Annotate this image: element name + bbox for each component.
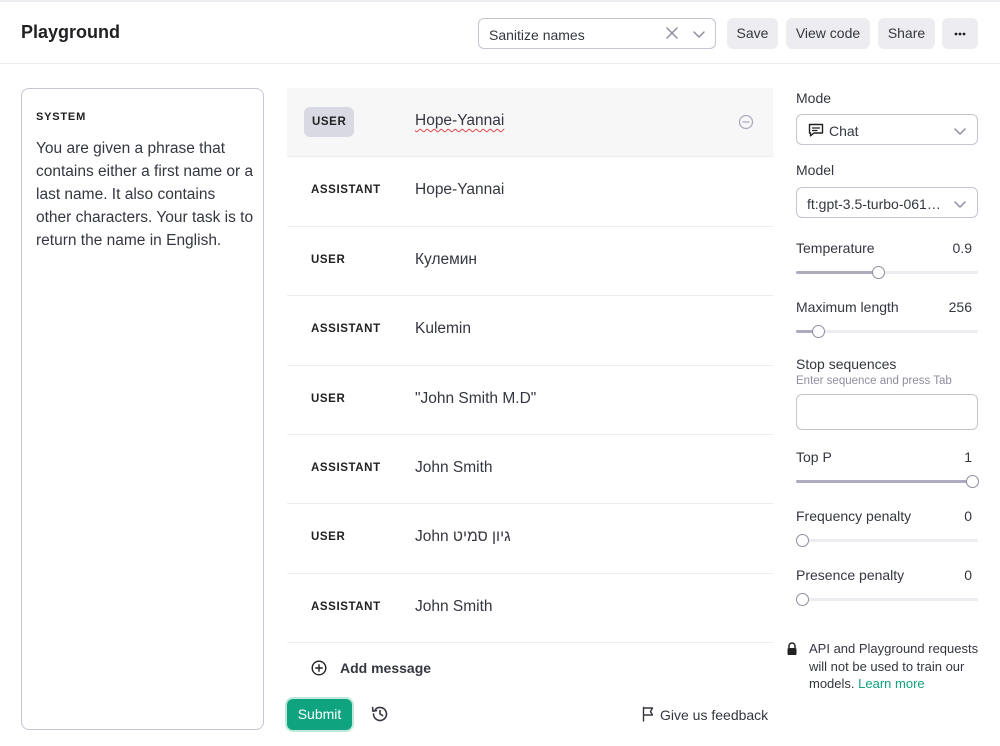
message-row[interactable]: USER John גיון סמיט (287, 504, 773, 574)
clear-icon[interactable] (665, 26, 679, 40)
chat-icon (808, 123, 824, 137)
role-toggle[interactable]: USER (311, 254, 345, 266)
temperature-value[interactable]: 0.9 (932, 240, 972, 256)
slider-thumb[interactable] (796, 534, 809, 547)
feedback-label: Give us feedback (660, 707, 769, 723)
system-label: SYSTEM (36, 111, 87, 123)
more-icon (954, 32, 966, 36)
slider-thumb[interactable] (872, 266, 885, 279)
remove-message-icon[interactable] (738, 114, 754, 130)
presence-penalty-value[interactable]: 0 (932, 567, 972, 583)
save-button[interactable]: Save (727, 18, 778, 49)
presence-penalty-label: Presence penalty (796, 567, 905, 583)
role-toggle[interactable]: ASSISTANT (311, 462, 381, 474)
frequency-penalty-value[interactable]: 0 (932, 508, 972, 524)
role-toggle[interactable]: ASSISTANT (311, 601, 381, 613)
max-length-label: Maximum length (796, 299, 899, 315)
model-value: ft:gpt-3.5-turbo-0613:... (807, 196, 947, 212)
message-content[interactable]: Hope-Yannai (415, 181, 504, 199)
role-toggle[interactable]: USER (311, 531, 345, 543)
slider-thumb[interactable] (812, 325, 825, 338)
stop-sequences-label: Stop sequences (796, 356, 897, 372)
max-length-value[interactable]: 256 (932, 299, 972, 315)
chevron-down-icon[interactable] (692, 27, 706, 41)
plus-circle-icon (311, 660, 327, 676)
learn-more-link[interactable]: Learn more (858, 676, 924, 691)
stop-sequences-input[interactable] (796, 394, 978, 430)
message-content[interactable]: Kulemin (415, 320, 471, 338)
role-toggle[interactable]: ASSISTANT (311, 184, 381, 196)
message-row[interactable]: ASSISTANT John Smith (287, 435, 773, 505)
submit-button[interactable]: Submit (287, 699, 352, 730)
message-row[interactable]: ASSISTANT Hope-Yannai (287, 157, 773, 227)
system-prompt[interactable]: You are given a phrase that contains eit… (36, 137, 254, 252)
message-row[interactable]: USER Hope-Yannai (287, 88, 773, 158)
frequency-penalty-slider[interactable] (796, 533, 978, 547)
model-select[interactable]: ft:gpt-3.5-turbo-0613:... (796, 187, 978, 218)
message-row[interactable]: ASSISTANT Kulemin (287, 296, 773, 366)
more-options-button[interactable] (942, 18, 978, 49)
slider-track (796, 539, 978, 542)
slider-thumb[interactable] (796, 593, 809, 606)
message-row[interactable]: USER Кулемин (287, 227, 773, 297)
message-row[interactable]: USER "John Smith M.D" (287, 366, 773, 435)
chevron-down-icon (954, 128, 966, 135)
role-toggle[interactable]: USER (311, 393, 345, 405)
stop-sequences-hint: Enter sequence and press Tab (796, 375, 952, 387)
message-content[interactable]: Кулемин (415, 251, 477, 269)
share-button[interactable]: Share (878, 18, 935, 49)
temperature-slider[interactable] (796, 265, 978, 279)
message-row[interactable]: ASSISTANT John Smith (287, 574, 773, 644)
lock-icon (787, 642, 797, 655)
max-length-slider[interactable] (796, 324, 978, 338)
mode-select[interactable]: Chat (796, 114, 978, 145)
message-list: USER Hope-Yannai ASSISTANT Hope-Yannai U… (287, 88, 773, 644)
flag-icon (642, 706, 654, 722)
top-p-label: Top P (796, 449, 832, 465)
message-content[interactable]: John גיון סמיט (415, 528, 511, 546)
slider-thumb[interactable] (966, 475, 979, 488)
notice-paragraph: API and Playground requests will not be … (809, 640, 984, 693)
message-content[interactable]: Hope-Yannai (415, 112, 504, 130)
slider-fill (796, 480, 978, 483)
message-content[interactable]: John Smith (415, 598, 493, 616)
mode-label: Mode (796, 90, 832, 106)
top-p-value[interactable]: 1 (932, 449, 972, 465)
message-content[interactable]: "John Smith M.D" (415, 390, 536, 408)
role-toggle[interactable]: USER (304, 107, 355, 137)
mode-value: Chat (829, 123, 859, 139)
slider-track (796, 598, 978, 601)
history-icon[interactable] (370, 704, 390, 724)
system-panel[interactable]: SYSTEM You are given a phrase that conta… (21, 88, 264, 730)
page-title: Playground (21, 22, 121, 42)
preset-select[interactable]: Sanitize names (478, 18, 716, 49)
frequency-penalty-label: Frequency penalty (796, 508, 912, 524)
top-p-slider[interactable] (796, 474, 979, 488)
presence-penalty-slider[interactable] (796, 592, 978, 606)
view-code-button[interactable]: View code (786, 18, 870, 49)
preset-value: Sanitize names (489, 27, 585, 43)
temperature-label: Temperature (796, 240, 875, 256)
header: Playground Sanitize names Save View code… (0, 2, 1000, 64)
message-content[interactable]: John Smith (415, 459, 493, 477)
chevron-down-icon (954, 201, 966, 208)
slider-fill (796, 271, 878, 274)
model-label: Model (796, 162, 835, 178)
add-message-label: Add message (340, 660, 432, 676)
role-toggle[interactable]: ASSISTANT (311, 323, 381, 335)
